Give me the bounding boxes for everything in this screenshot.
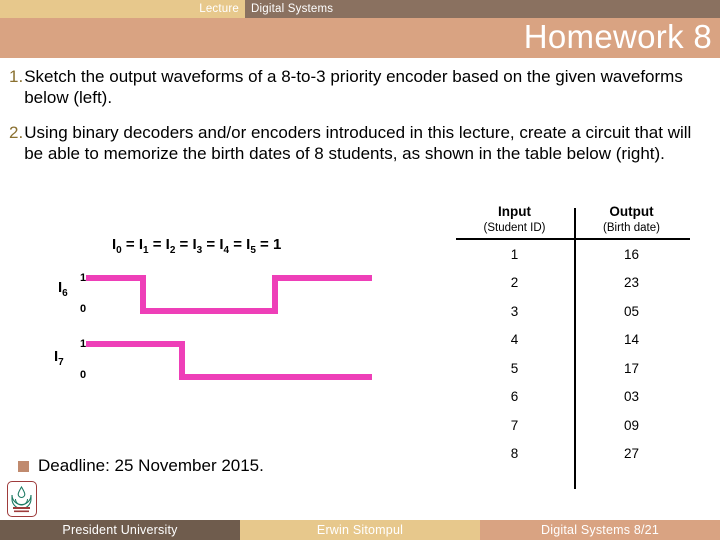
footer-course-page: Digital Systems 8/21 <box>480 520 720 540</box>
table-row: 4 14 <box>456 326 690 355</box>
table-cell-input: 7 <box>510 417 519 433</box>
course-label-container: Digital Systems <box>251 0 333 18</box>
table-row: 8 27 <box>456 440 690 469</box>
table-row: 7 09 <box>456 411 690 440</box>
lecture-label: Lecture <box>199 3 239 15</box>
table-header-input-subtitle: (Student ID) <box>483 222 546 234</box>
task-list: 1. Sketch the output waveforms of a 8-to… <box>0 66 720 178</box>
table-column-divider <box>574 208 576 489</box>
table: Input (Student ID) Output (Birth date) 1… <box>456 204 690 468</box>
waveform-traces <box>86 275 372 380</box>
table-head: Input (Student ID) Output (Birth date) <box>456 204 690 239</box>
square-bullet-icon <box>18 460 29 472</box>
title-band: Homework 8 <box>0 18 720 58</box>
waveform-trace-i7 <box>86 341 372 380</box>
footer-university: President University <box>0 520 240 540</box>
table-header-row: Input (Student ID) Output (Birth date) <box>456 204 690 239</box>
table-cell-input: 1 <box>510 246 519 262</box>
table-cell-output: 09 <box>623 417 640 433</box>
university-logo <box>7 481 37 517</box>
table-body: 1 16 2 23 3 05 4 14 5 17 6 03 7 09 8 27 <box>456 239 690 468</box>
table-header-output-title: Output <box>609 204 654 219</box>
lecture-tab: Lecture <box>0 0 245 18</box>
table-cell-input: 5 <box>510 360 519 376</box>
university-logo-emblem <box>11 485 32 513</box>
table-row: 2 23 <box>456 269 690 298</box>
table-header-input-title: Input <box>498 204 531 219</box>
table-cell-input: 2 <box>510 275 519 291</box>
task-item-2: 2. Using binary decoders and/or encoders… <box>0 122 720 164</box>
table-cell-output: 17 <box>623 360 640 376</box>
table-cell-output: 14 <box>623 332 640 348</box>
top-bar: Lecture Digital Systems <box>0 0 720 18</box>
birth-date-table: Input (Student ID) Output (Birth date) 1… <box>448 204 712 494</box>
table-cell-output: 03 <box>623 389 640 405</box>
table-cell-output: 16 <box>623 246 640 262</box>
task-text: Sketch the output waveforms of a 8-to-3 … <box>24 67 683 107</box>
table-cell-output: 27 <box>623 446 640 462</box>
footer-bar: President University Erwin Sitompul Digi… <box>0 520 720 540</box>
waveform-trace-i6 <box>86 275 372 314</box>
table-header-output: Output (Birth date) <box>573 204 690 239</box>
task-text: Using binary decoders and/or encoders in… <box>24 123 692 163</box>
footer-author: Erwin Sitompul <box>240 520 480 540</box>
task-item-1: 1. Sketch the output waveforms of a 8-to… <box>0 66 720 108</box>
waveform-diagram: I0 = I1 = I2 = I3 = I4 = I5 = 1 I6 1 0 I… <box>0 228 440 393</box>
table-row: 5 17 <box>456 354 690 383</box>
table-cell-input: 8 <box>510 446 519 462</box>
table-row: 6 03 <box>456 383 690 412</box>
task-number: 1. <box>9 67 24 86</box>
course-label: Digital Systems <box>251 3 334 15</box>
table-cell-input: 4 <box>510 332 519 348</box>
task-number: 2. <box>9 123 24 142</box>
table-cell-input: 6 <box>510 389 519 405</box>
table-cell-output: 23 <box>623 275 640 291</box>
table-header-input: Input (Student ID) <box>456 204 573 239</box>
table-row: 1 16 <box>456 239 690 269</box>
table-cell-output: 05 <box>623 303 640 319</box>
page-title: Homework 8 <box>523 18 712 55</box>
deadline-row: Deadline: 25 November 2015. <box>18 456 264 476</box>
table-row: 3 05 <box>456 297 690 326</box>
deadline-text: Deadline: 25 November 2015. <box>38 456 264 475</box>
table-cell-input: 3 <box>510 303 519 319</box>
table-header-output-subtitle: (Birth date) <box>603 222 660 234</box>
